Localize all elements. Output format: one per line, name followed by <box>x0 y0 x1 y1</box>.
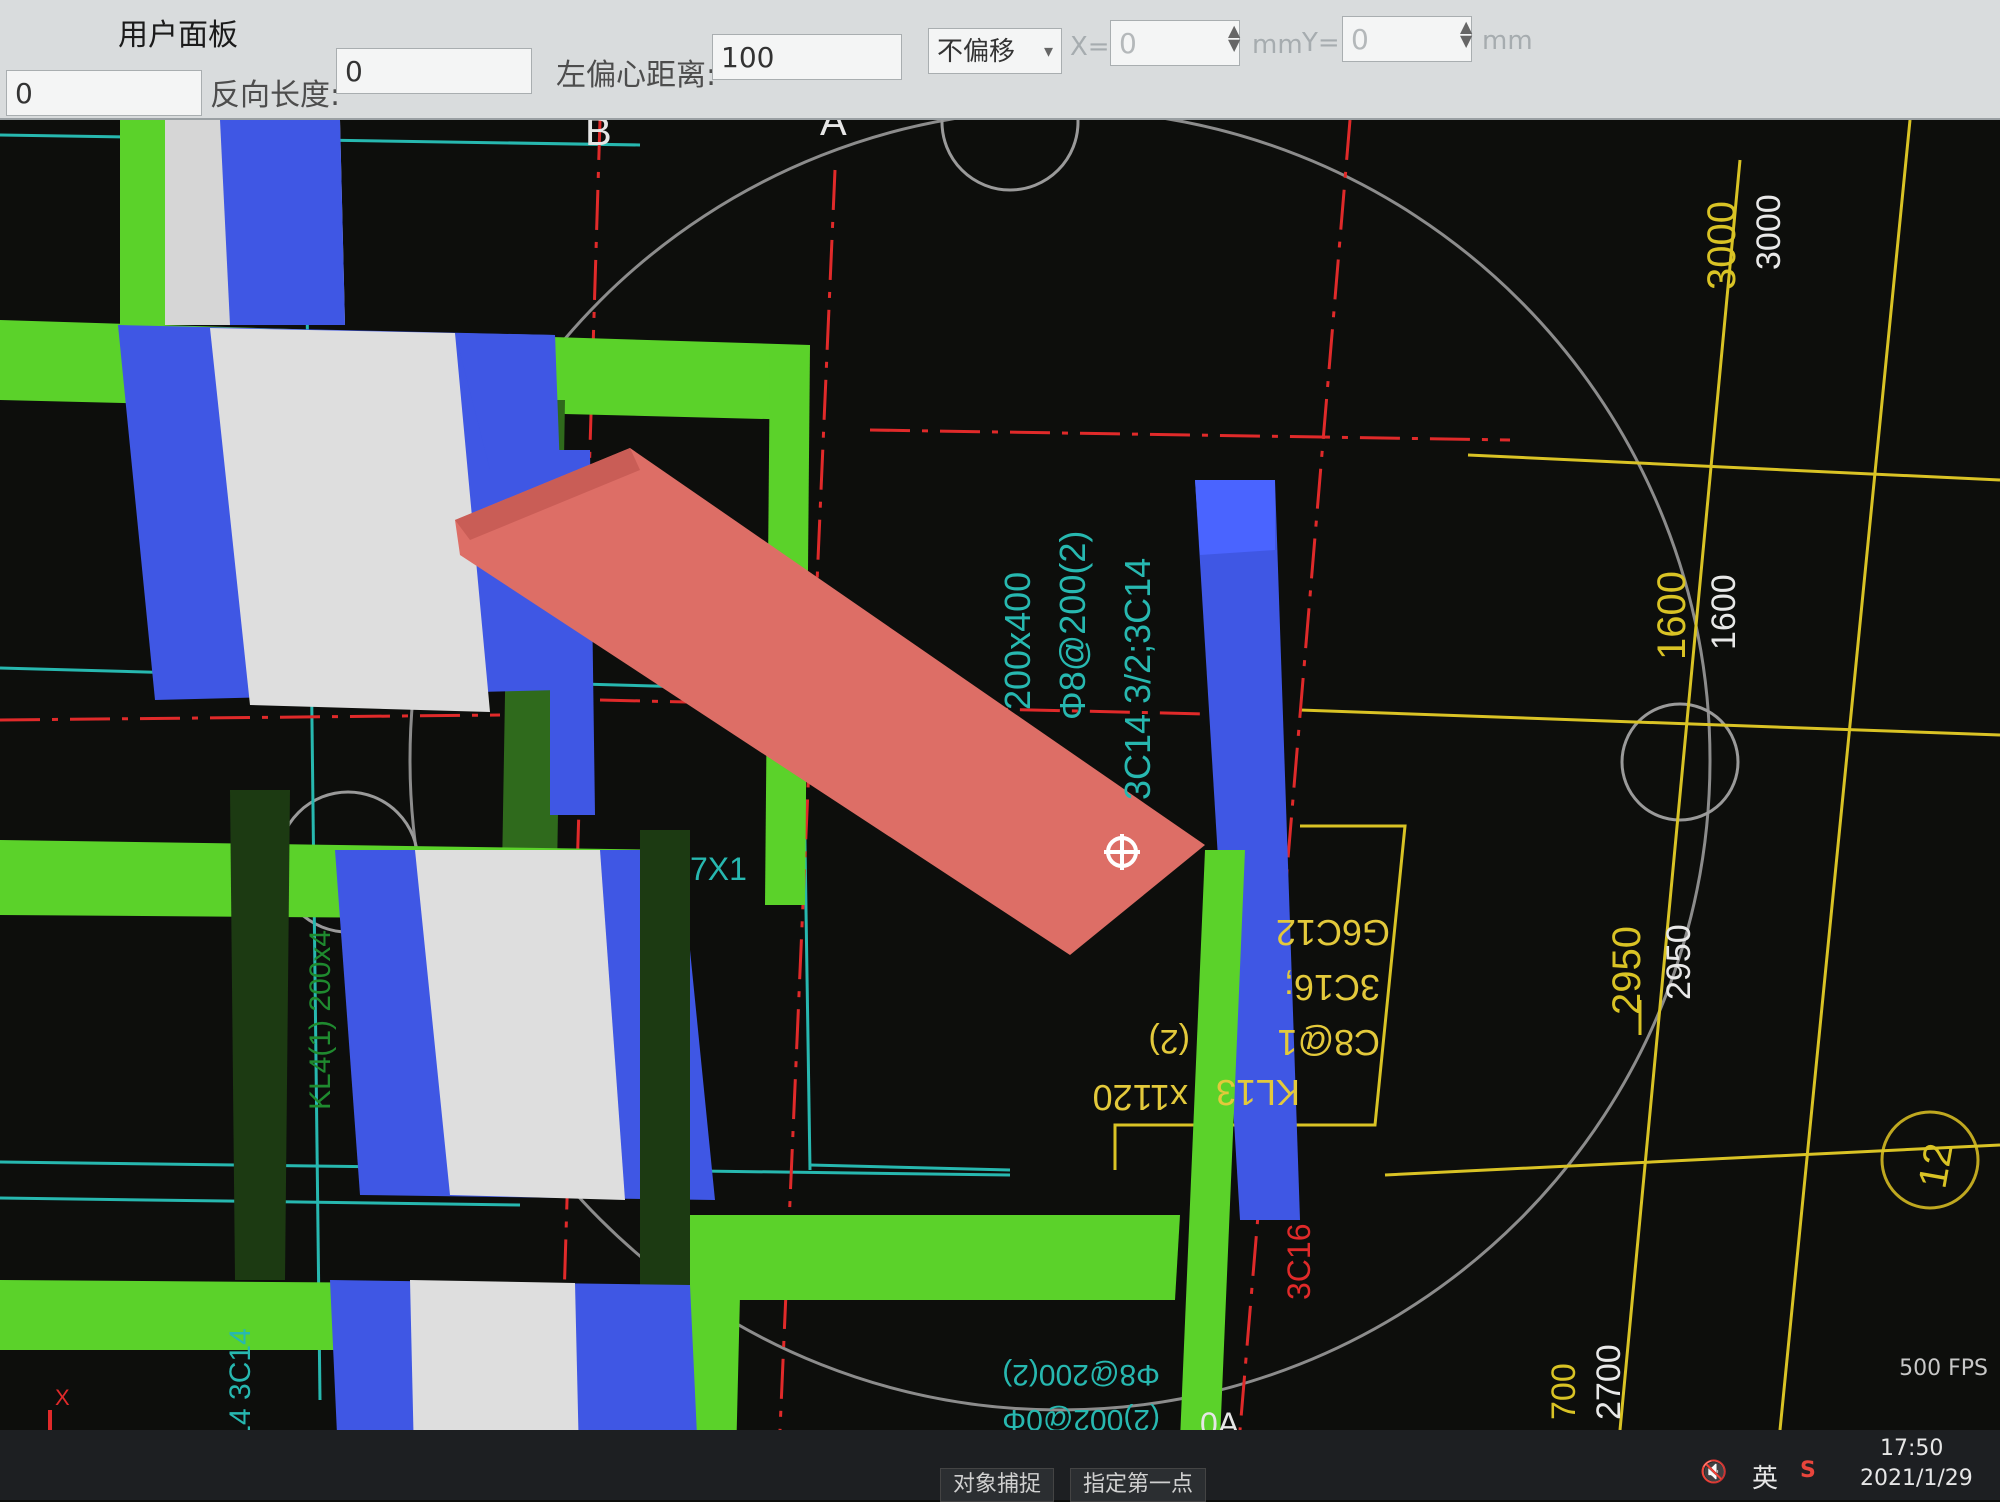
y-label: Y= <box>1302 28 1340 58</box>
axis-label-a: A <box>820 120 847 144</box>
tray-time: 17:50 <box>1880 1436 1944 1461</box>
beam-text-m5: Φ8@200(2) <box>1002 1358 1160 1391</box>
x-input[interactable]: 0 <box>1110 20 1240 66</box>
dimension-3000-a: 3000 <box>1700 201 1744 290</box>
axis-label-0a: 0A <box>1330 120 1379 124</box>
grid-bubble-label: 12 <box>1911 1140 1962 1191</box>
status-button-snap[interactable]: 对象捕捉 <box>940 1468 1055 1502</box>
beam-text-r1: 3C16 <box>1281 1224 1317 1301</box>
reverse-length-input[interactable]: 0 <box>336 48 532 94</box>
field-0-input[interactable]: 0 <box>6 70 202 116</box>
x-label: X= <box>1070 32 1110 62</box>
panel-title: 用户面板 <box>118 18 238 53</box>
beam-text-m2: KL4(1) 200x4 <box>304 930 337 1110</box>
user-panel-toolbar: 用户面板 0 反向长度: 0 左偏心距离: 100 不偏移 ▾ X= 0 ▲ ▼ … <box>0 0 2000 120</box>
beam-text-1: 200x400 <box>997 572 1038 710</box>
offset-mode-value: 不偏移 <box>937 37 1016 67</box>
column-side-top <box>220 120 345 325</box>
beam-text-y1: KL13 <box>1216 1072 1300 1113</box>
y-unit: mm <box>1482 26 1533 56</box>
y-spinner[interactable]: ▲ ▼ <box>1460 19 1472 49</box>
y-input[interactable]: 0 <box>1342 16 1472 62</box>
ime-indicator[interactable]: 英 <box>1752 1458 1778 1495</box>
beam-text-2: Φ8@200(2) <box>1052 531 1093 720</box>
dimension-700: 700 <box>1545 1363 1583 1420</box>
beam-text-y5: 3C16; <box>1284 967 1380 1008</box>
axis-label-b: B <box>585 120 612 154</box>
left-offset-input[interactable]: 100 <box>712 34 902 80</box>
tray-date: 2021/1/29 <box>1860 1466 1973 1491</box>
fps-counter: 500 FPS <box>1899 1356 1988 1381</box>
speaker-muted-icon[interactable]: 🔇 <box>1700 1460 1727 1485</box>
beam-text-y4: (2) <box>1148 1022 1190 1060</box>
reverse-length-label: 反向长度: <box>210 78 341 113</box>
svg-text:X: X <box>55 1385 70 1410</box>
column-face-left <box>210 328 490 712</box>
beam-text-y6: G6C12 <box>1276 912 1390 953</box>
left-offset-label: 左偏心距离: <box>556 58 717 93</box>
dimension-2950-b: 2950 <box>1660 924 1698 1000</box>
beam-text-y3: C8@1 <box>1277 1022 1380 1063</box>
beam-text-3: 3C14 3/2;3C14 <box>1117 558 1158 800</box>
dimension-1600-b: 1600 <box>1705 574 1743 650</box>
dimension-2700: 2700 <box>1590 1344 1628 1420</box>
x-unit: mm <box>1252 30 1303 60</box>
offset-mode-select[interactable]: 不偏移 ▾ <box>928 28 1062 74</box>
status-prompt: 指定第一点 <box>1070 1468 1207 1502</box>
beam-green-lower <box>640 1215 1180 1300</box>
beam-text-y2: x1120 <box>1093 1077 1188 1118</box>
dimension-3000-b: 3000 <box>1750 194 1788 270</box>
dimension-2950-a: 2950 <box>1605 926 1649 1015</box>
chevron-down-icon: ▾ <box>1043 41 1053 62</box>
beam-text-m1: 7X1 <box>690 851 747 887</box>
cad-viewport[interactable]: B A 0A 0A A 3000 3000 1600 1600 2950 295… <box>0 120 2000 1500</box>
wps-icon[interactable]: S <box>1800 1458 1816 1483</box>
dimension-1600-a: 1600 <box>1650 571 1694 660</box>
x-spinner[interactable]: ▲ ▼ <box>1228 23 1240 53</box>
column-face-middle <box>415 850 625 1200</box>
